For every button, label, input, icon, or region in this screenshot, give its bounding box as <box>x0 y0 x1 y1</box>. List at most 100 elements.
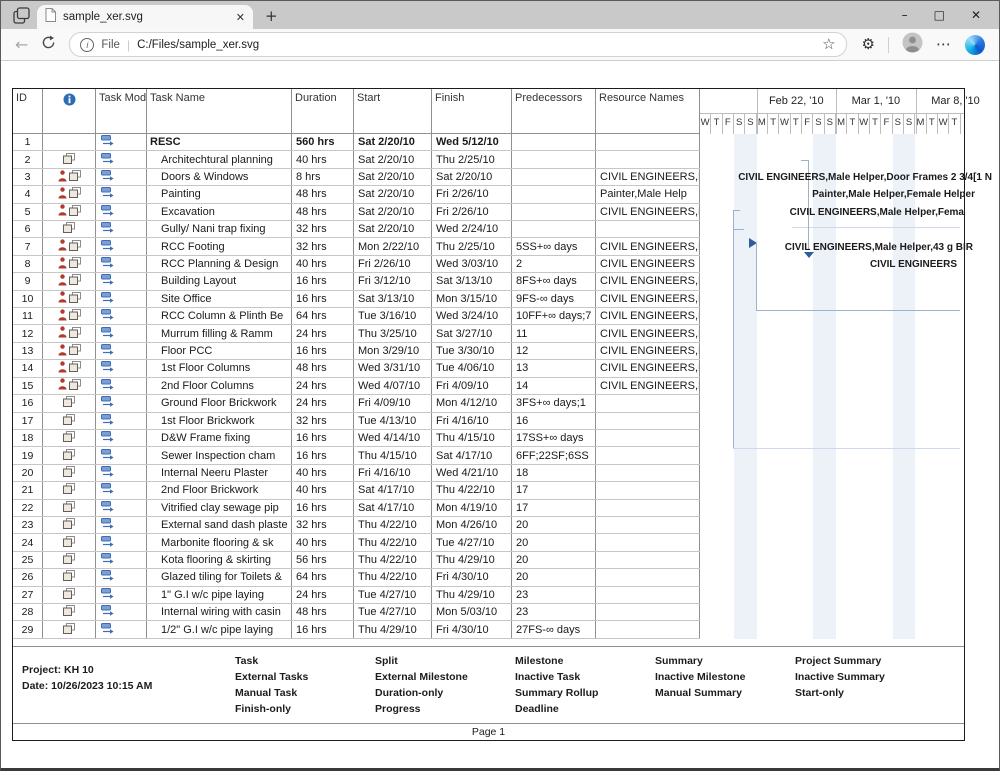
cell-task-name: Kota flooring & skirting <box>147 552 292 568</box>
cell-predecessors: 27FS-∞ days <box>512 621 596 637</box>
page-info-icon[interactable]: i <box>80 38 94 52</box>
cell-indicators <box>43 517 96 533</box>
cell-task-mode <box>96 204 147 220</box>
back-icon[interactable]: ← <box>15 37 28 53</box>
cell-task-name: Architechtural planning <box>147 151 292 167</box>
browser-essentials-icon[interactable]: ⚙ <box>862 37 875 52</box>
cell-predecessors: 20 <box>512 569 596 585</box>
cell-start: Sat 4/17/10 <box>354 500 432 516</box>
profile-avatar[interactable] <box>902 32 923 58</box>
cell-indicators <box>43 378 96 394</box>
browser-window: sample_xer.svg ✕ + – □ ✕ ← i File | C:/F… <box>0 0 1000 771</box>
cell-id: 16 <box>13 395 43 411</box>
day-letter: W <box>938 113 949 134</box>
legend-item: Deadline <box>515 703 559 715</box>
cell-duration: 64 hrs <box>292 569 354 585</box>
cell-task-name: RCC Footing <box>147 238 292 254</box>
table-row: 8RCC Planning & Design40 hrsFri 2/26/10W… <box>13 256 700 273</box>
cell-resource-names <box>596 482 700 498</box>
workspaces-icon[interactable] <box>11 5 31 25</box>
cell-id: 7 <box>13 238 43 254</box>
browser-tab[interactable]: sample_xer.svg ✕ <box>37 5 253 29</box>
tab-close-icon[interactable]: ✕ <box>236 11 245 24</box>
day-letter: W <box>700 113 711 134</box>
cell-id: 20 <box>13 465 43 481</box>
cell-duration: 32 hrs <box>292 221 354 237</box>
favorites-star-icon[interactable]: ☆ <box>822 37 835 52</box>
cell-task-mode <box>96 378 147 394</box>
table-row: 10Site Office16 hrsSat 3/13/10Mon 3/15/1… <box>13 291 700 308</box>
cell-finish: Mon 3/15/10 <box>432 291 512 307</box>
address-url[interactable]: C:/Files/sample_xer.svg <box>137 39 815 51</box>
cell-id: 10 <box>13 291 43 307</box>
cell-predecessors: 3FS+∞ days;1 <box>512 395 596 411</box>
maximize-icon[interactable]: □ <box>934 8 945 22</box>
constraint-indicator-icon <box>63 222 75 236</box>
cell-resource-names: Painter,Male Help <box>596 186 700 202</box>
cell-task-name: RESC <box>147 134 292 150</box>
cell-start: Thu 4/22/10 <box>354 569 432 585</box>
cell-start: Fri 4/09/10 <box>354 395 432 411</box>
constraint-indicator-icon <box>63 553 75 567</box>
new-tab-button[interactable]: + <box>265 9 278 24</box>
cell-task-name: Doors & Windows <box>147 169 292 185</box>
day-letter: T <box>768 113 779 134</box>
cell-duration: 32 hrs <box>292 413 354 429</box>
table-row: 2Architechtural planning40 hrsSat 2/20/1… <box>13 151 700 168</box>
task-mode-icon <box>101 588 115 602</box>
window-close-icon[interactable]: ✕ <box>971 8 981 22</box>
refresh-icon[interactable] <box>41 35 56 55</box>
cell-finish: Wed 5/12/10 <box>432 134 512 150</box>
cell-start: Wed 3/31/10 <box>354 360 432 376</box>
day-letter: M <box>757 113 768 134</box>
cell-id: 29 <box>13 621 43 637</box>
address-divider: | <box>127 38 130 52</box>
task-mode-icon <box>101 449 115 463</box>
cell-task-name: Sewer Inspection cham <box>147 447 292 463</box>
table-row: 28Internal wiring with casin48 hrsTue 4/… <box>13 604 700 621</box>
cell-start: Sat 4/17/10 <box>354 482 432 498</box>
cell-id: 22 <box>13 500 43 516</box>
cell-resource-names <box>596 569 700 585</box>
cell-id: 15 <box>13 378 43 394</box>
constraint-indicator-icon <box>63 396 75 410</box>
cell-duration: 560 hrs <box>292 134 354 150</box>
table-row: 6Gully/ Nani trap fixing32 hrsSat 2/20/1… <box>13 221 700 238</box>
day-letter: S <box>813 113 824 134</box>
table-row: 25Kota flooring & skirting56 hrsThu 4/22… <box>13 552 700 569</box>
cell-finish: Thu 2/25/10 <box>432 238 512 254</box>
cell-resource-names <box>596 465 700 481</box>
cell-indicators <box>43 343 96 359</box>
cell-task-mode <box>96 186 147 202</box>
address-bar[interactable]: i File | C:/Files/sample_xer.svg ☆ <box>69 32 846 57</box>
cell-start: Sat 2/20/10 <box>354 221 432 237</box>
legend-item: Progress <box>375 703 421 715</box>
cell-predecessors: 17SS+∞ days <box>512 430 596 446</box>
legend-item: Task <box>235 655 258 667</box>
cell-finish: Tue 4/27/10 <box>432 534 512 550</box>
constraint-indicator-icon <box>69 205 81 219</box>
cell-finish: Wed 4/21/10 <box>432 465 512 481</box>
cell-start: Thu 4/22/10 <box>354 517 432 533</box>
constraint-indicator-icon <box>69 344 81 358</box>
minimize-icon[interactable]: – <box>902 8 908 22</box>
legend-item: Summary Rollup <box>515 687 598 699</box>
day-letter: T <box>791 113 802 134</box>
cell-task-name: Site Office <box>147 291 292 307</box>
constraint-indicator-icon <box>63 449 75 463</box>
table-row: 1RESC560 hrsSat 2/20/10Wed 5/12/10 <box>13 134 700 151</box>
tab-title: sample_xer.svg <box>63 11 229 23</box>
cell-task-mode <box>96 413 147 429</box>
settings-menu-icon[interactable]: ⋯ <box>936 37 952 52</box>
overallocated-person-icon <box>58 274 67 289</box>
copilot-icon[interactable] <box>965 35 985 55</box>
cell-id: 18 <box>13 430 43 446</box>
cell-start: Tue 4/27/10 <box>354 587 432 603</box>
cell-predecessors: 20 <box>512 534 596 550</box>
legend-item: Milestone <box>515 655 563 667</box>
cell-id: 14 <box>13 360 43 376</box>
table-row: 7RCC Footing32 hrsMon 2/22/10Thu 2/25/10… <box>13 238 700 255</box>
weekend-band <box>734 134 757 639</box>
cell-duration: 48 hrs <box>292 186 354 202</box>
column-header-finish: Finish <box>432 89 512 133</box>
